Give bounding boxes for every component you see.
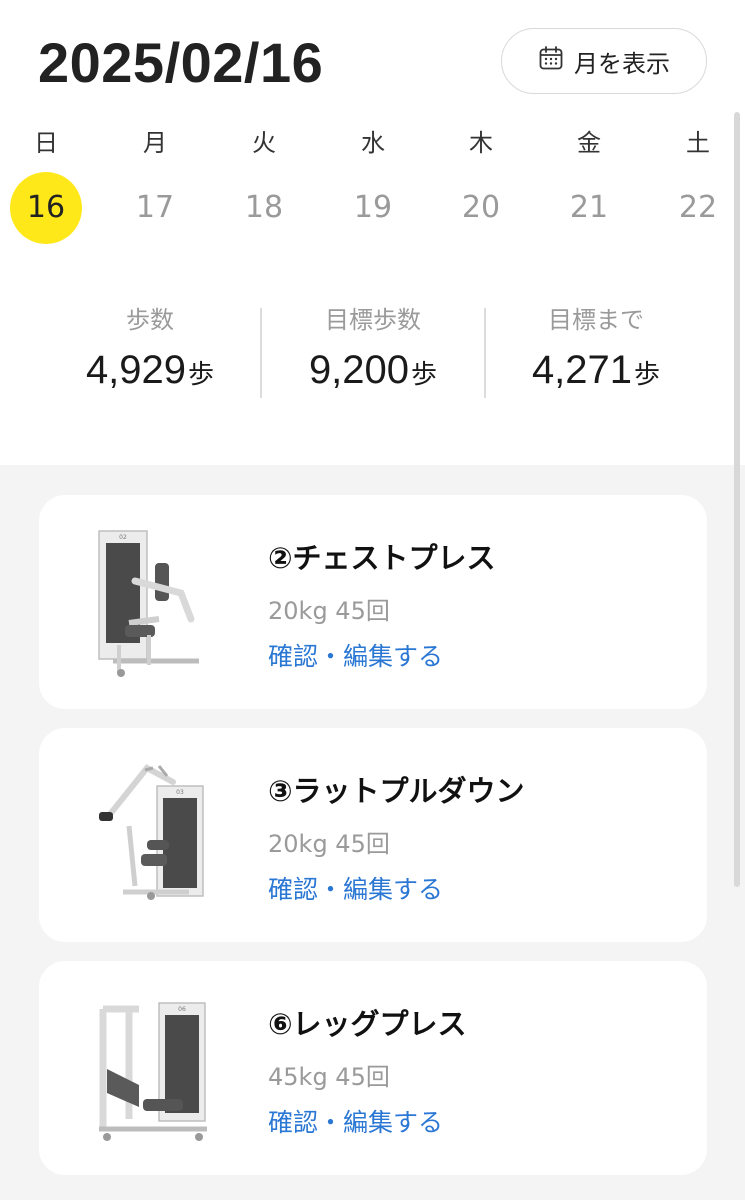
workout-card[interactable]: 02 ②チェストプレス 20kg 45回 確認・編集する <box>39 495 707 709</box>
chest-press-machine-icon: 02 <box>98 530 199 677</box>
machine-number: 02 <box>119 534 127 541</box>
stat-remaining: 目標まで 4,271歩 <box>485 300 707 393</box>
day-thursday[interactable]: 木 20 <box>444 126 518 244</box>
workout-detail: 20kg 45回 <box>268 597 390 625</box>
day-number: 18 <box>244 190 284 225</box>
page-title: 2025/02/16 <box>38 31 324 94</box>
day-sunday[interactable]: 日 16 <box>9 126 83 244</box>
stat-unit: 歩 <box>634 360 661 390</box>
stat-label: 歩数 <box>126 306 174 334</box>
stat-value: 4,929 <box>85 348 187 392</box>
stat-steps: 歩数 4,929歩 <box>39 300 261 393</box>
workout-name: ③ラットプルダウン <box>268 774 525 808</box>
day-friday[interactable]: 金 21 <box>552 126 626 244</box>
stat-value: 9,200 <box>308 348 410 392</box>
day-number: 21 <box>569 190 609 225</box>
step-stats: 歩数 4,929歩 目標歩数 9,200歩 目標まで 4,271歩 <box>0 300 745 410</box>
day-tuesday[interactable]: 火 18 <box>227 126 301 244</box>
day-saturday[interactable]: 土 22 <box>661 126 735 244</box>
show-month-label: 月を表示 <box>574 49 670 78</box>
day-number: 16 <box>10 172 82 244</box>
weekday-label: 火 <box>252 129 276 157</box>
workout-card[interactable]: 06 ⑥レッグプレス 45kg 45回 確認・編集する <box>39 961 707 1175</box>
day-number: 22 <box>678 190 718 225</box>
day-number: 17 <box>135 190 175 225</box>
stat-value: 4,271 <box>531 348 633 392</box>
day-wednesday[interactable]: 水 19 <box>336 126 410 244</box>
calendar-icon <box>538 45 564 77</box>
workout-name: ⑥レッグプレス <box>268 1007 467 1041</box>
stat-label: 目標まで <box>548 306 644 334</box>
top-panel: 2025/02/16 月を表示 日 16 月 17 火 18 水 19 木 20… <box>0 0 745 465</box>
edit-workout-link[interactable]: 確認・編集する <box>268 637 443 673</box>
leg-press-machine-icon: 06 <box>99 1002 207 1141</box>
machine-number: 03 <box>176 789 184 796</box>
day-number: 20 <box>461 190 501 225</box>
day-number: 19 <box>353 190 393 225</box>
machine-number: 06 <box>178 1006 186 1013</box>
stat-target-steps: 目標歩数 9,200歩 <box>262 300 484 393</box>
edit-workout-link[interactable]: 確認・編集する <box>268 1103 443 1139</box>
weekday-label: 日 <box>34 129 58 157</box>
weekday-label: 木 <box>469 129 493 157</box>
weekday-label: 月 <box>143 129 167 157</box>
stat-unit: 歩 <box>188 360 215 390</box>
weekday-label: 水 <box>361 129 385 157</box>
workout-detail: 45kg 45回 <box>268 1063 390 1091</box>
weekday-label: 土 <box>686 129 710 157</box>
edit-workout-link[interactable]: 確認・編集する <box>268 870 443 906</box>
week-strip: 日 16 月 17 火 18 水 19 木 20 金 21 土 22 <box>0 126 745 246</box>
show-month-button[interactable]: 月を表示 <box>501 28 707 94</box>
day-monday[interactable]: 月 17 <box>118 126 192 244</box>
stat-unit: 歩 <box>411 360 438 390</box>
stat-label: 目標歩数 <box>325 306 421 334</box>
workout-detail: 20kg 45回 <box>268 830 390 858</box>
workout-card[interactable]: 03 ③ラットプルダウン 20kg 45回 確認・編集する <box>39 728 707 942</box>
scrollbar[interactable] <box>734 112 740 887</box>
weekday-label: 金 <box>577 129 601 157</box>
lat-pulldown-machine-icon: 03 <box>99 764 204 900</box>
workout-name: ②チェストプレス <box>268 541 496 575</box>
workout-list: 02 ②チェストプレス 20kg 45回 確認・編集する 03 ③ラットプルダウ… <box>0 465 745 1200</box>
